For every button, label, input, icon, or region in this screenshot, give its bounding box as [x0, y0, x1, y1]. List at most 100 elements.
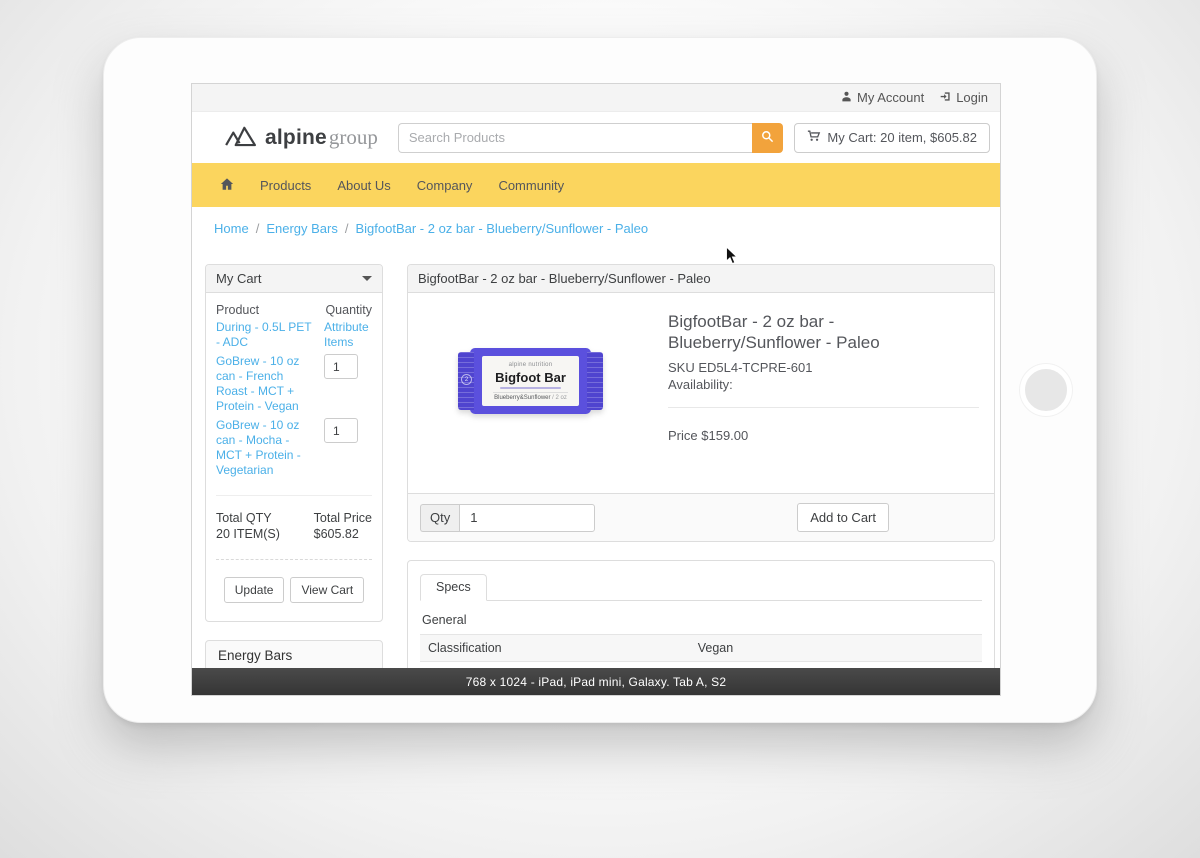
chevron-down-icon: [362, 276, 372, 281]
cart-item-qty-input[interactable]: [324, 354, 358, 379]
total-qty-label: Total QTY: [216, 511, 272, 525]
my-account-link[interactable]: My Account: [841, 90, 924, 105]
product-sku: SKU ED5L4-TCPRE-601: [668, 360, 979, 375]
cart-summary-label: My Cart: 20 item, $605.82: [827, 130, 977, 145]
price-value: $159.00: [701, 428, 748, 443]
bar-flavor-name: Blueberry&Sunflower: [494, 395, 550, 401]
product-title: BigfootBar - 2 oz bar - Blueberry/Sunflo…: [668, 311, 979, 353]
product-footer: Qty Add to Cart: [408, 493, 994, 541]
mini-cart-header[interactable]: My Cart: [206, 265, 382, 293]
cart-totals: Total QTY 20 ITEM(S) Total Price $605.82: [216, 510, 372, 542]
col-quantity-label: Quantity: [325, 303, 372, 317]
product-panel-header: BigfootBar - 2 oz bar - Blueberry/Sunflo…: [408, 265, 994, 293]
mountain-icon: [224, 124, 257, 152]
spec-label: Classification: [420, 635, 690, 662]
tablet-frame: My Account Login alpinegroup: [103, 37, 1097, 723]
cart-item-link[interactable]: GoBrew - 10 oz can - French Roast - MCT …: [216, 354, 316, 414]
main-nav: Products About Us Company Community: [192, 163, 1000, 207]
page-content: Home / Energy Bars / BigfootBar - 2 oz bar -…: [192, 207, 1000, 696]
cart-item-qty-input[interactable]: [324, 418, 358, 443]
product-price: Price $159.00: [668, 428, 979, 443]
utility-bar: My Account Login: [192, 84, 1000, 112]
mini-cart-title: My Cart: [216, 271, 262, 286]
specs-section-title: General: [422, 613, 982, 627]
divider: [216, 495, 372, 496]
home-icon: [220, 179, 234, 194]
sidebar: My Cart Product Quantity During - 0.5L P…: [205, 264, 383, 696]
product-panel-title: BigfootBar - 2 oz bar - Blueberry/Sunflo…: [418, 271, 711, 286]
breadcrumb-separator: /: [256, 221, 260, 236]
search-icon: [761, 130, 774, 146]
col-product-label: Product: [216, 303, 259, 317]
nav-products[interactable]: Products: [260, 178, 311, 193]
category-energy-bars[interactable]: Energy Bars: [205, 640, 383, 671]
login-label: Login: [956, 90, 988, 105]
cart-item-row: During - 0.5L PET - ADC Attribute Items: [216, 320, 372, 350]
view-cart-button[interactable]: View Cart: [290, 577, 364, 603]
cart-item-qty-cell: [324, 354, 372, 414]
divider: [668, 407, 979, 408]
bar-product-name: Bigfoot Bar: [495, 370, 566, 385]
resolution-statusbar: 768 x 1024 - iPad, iPad mini, Galaxy. Ta…: [192, 668, 1000, 695]
bar-label-divider: [493, 392, 567, 393]
total-qty-value: 20 ITEM(S): [216, 527, 280, 541]
nav-community[interactable]: Community: [498, 178, 564, 193]
tablet-home-button[interactable]: [1020, 364, 1072, 416]
cart-item-row: GoBrew - 10 oz can - French Roast - MCT …: [216, 354, 372, 414]
bar-tagline-line: [500, 387, 561, 389]
login-link[interactable]: Login: [940, 90, 988, 105]
mini-cart-body: Product Quantity During - 0.5L PET - ADC…: [206, 293, 382, 621]
user-icon: [841, 90, 852, 105]
bar-brand-text: alpine nutrition: [509, 362, 553, 368]
spec-value: Vegan: [690, 635, 982, 662]
resolution-text: 768 x 1024 - iPad, iPad mini, Galaxy. Ta…: [466, 675, 726, 689]
breadcrumb: Home / Energy Bars / BigfootBar - 2 oz bar -…: [205, 221, 995, 241]
brand-name: alpine: [265, 126, 327, 149]
product-body: 2 alpine nutrition Bigfoot Bar Blueberry…: [408, 293, 994, 493]
brand-suffix: group: [329, 125, 378, 149]
search-input[interactable]: [398, 123, 752, 153]
cart-item-link[interactable]: GoBrew - 10 oz can - Mocha - MCT + Prote…: [216, 418, 316, 478]
bar-flavor-text: Blueberry&Sunflower / 2 oz: [494, 395, 567, 401]
search-button[interactable]: [752, 123, 783, 153]
mini-cart-column-headers: Product Quantity: [216, 303, 372, 317]
spec-row: Classification Vegan: [420, 635, 982, 662]
total-price-value: $605.82: [314, 527, 359, 541]
header-cart-button[interactable]: My Cart: 20 item, $605.82: [794, 123, 990, 153]
add-to-cart-button[interactable]: Add to Cart: [797, 503, 889, 532]
total-qty: Total QTY 20 ITEM(S): [216, 510, 280, 542]
mini-cart-panel: My Cart Product Quantity During - 0.5L P…: [205, 264, 383, 622]
total-price-label: Total Price: [314, 511, 372, 525]
main-column: BigfootBar - 2 oz bar - Blueberry/Sunflo…: [407, 264, 995, 696]
brand-logo[interactable]: alpinegroup: [224, 124, 378, 152]
product-info: BigfootBar - 2 oz bar - Blueberry/Sunflo…: [668, 293, 994, 493]
cart-item-link[interactable]: During - 0.5L PET - ADC: [216, 320, 316, 350]
bar-badge: 2: [461, 374, 472, 385]
total-price: Total Price $605.82: [314, 510, 372, 542]
bar-crimp-right: [587, 352, 603, 410]
breadcrumb-current[interactable]: BigfootBar - 2 oz bar - Blueberry/Sunflo…: [355, 221, 648, 236]
update-button[interactable]: Update: [224, 577, 285, 603]
login-icon: [940, 90, 951, 105]
nav-about-us[interactable]: About Us: [337, 178, 390, 193]
product-panel: BigfootBar - 2 oz bar - Blueberry/Sunflo…: [407, 264, 995, 542]
breadcrumb-home[interactable]: Home: [214, 221, 249, 236]
specs-tabs: Specs: [420, 573, 982, 601]
cart-item-row: GoBrew - 10 oz can - Mocha - MCT + Prote…: [216, 418, 372, 478]
bar-label: alpine nutrition Bigfoot Bar Blueberry&S…: [482, 356, 579, 406]
nav-company[interactable]: Company: [417, 178, 473, 193]
qty-group: Qty: [420, 504, 595, 532]
breadcrumb-category[interactable]: Energy Bars: [266, 221, 338, 236]
cart-item-attribute-link[interactable]: Attribute Items: [324, 320, 372, 350]
site-header: alpinegroup My Cart: 20 item, $605.82: [192, 112, 1000, 163]
product-image: 2 alpine nutrition Bigfoot Bar Blueberry…: [458, 348, 603, 414]
tab-specs[interactable]: Specs: [420, 574, 487, 601]
my-account-label: My Account: [857, 90, 924, 105]
qty-input[interactable]: [459, 504, 595, 532]
product-image-wrap: 2 alpine nutrition Bigfoot Bar Blueberry…: [408, 293, 668, 493]
product-availability: Availability:: [668, 377, 979, 392]
nav-home[interactable]: [220, 177, 234, 194]
breadcrumb-separator: /: [345, 221, 349, 236]
bar-size: 2 oz: [556, 395, 567, 401]
cart-actions: Update View Cart: [216, 577, 372, 611]
